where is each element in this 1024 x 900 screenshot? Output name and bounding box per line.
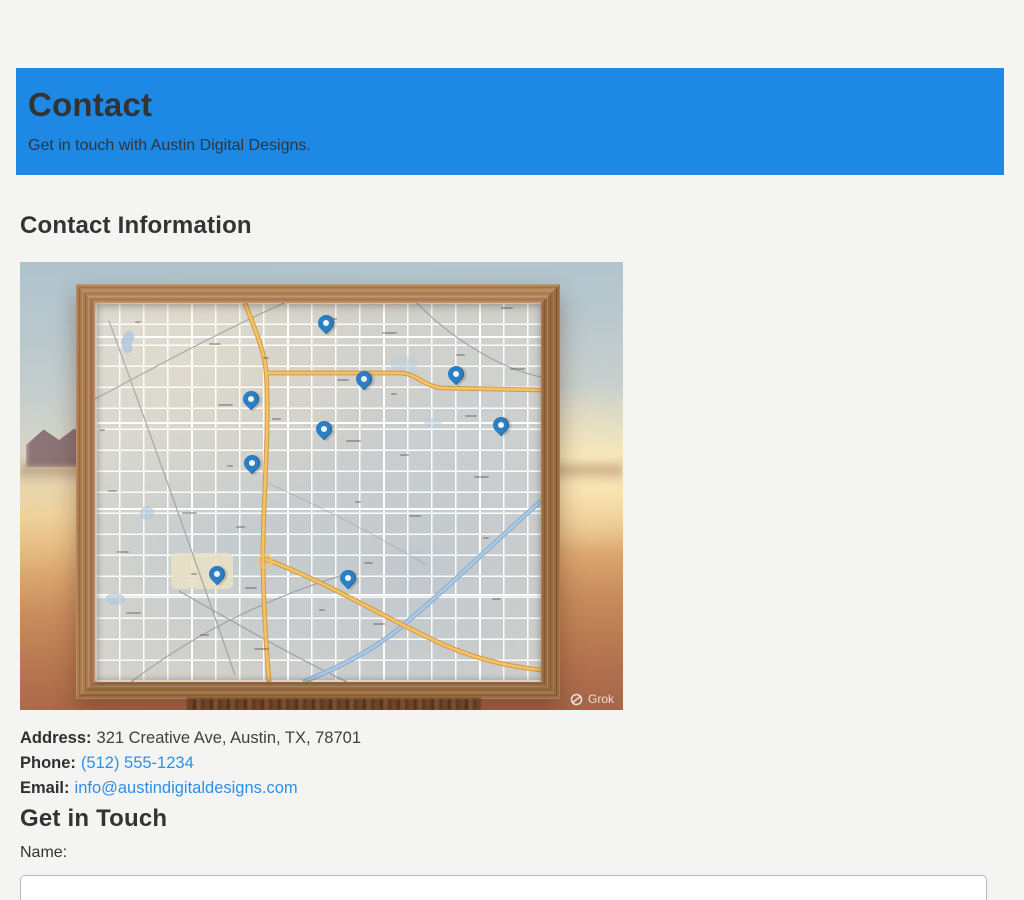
- map-street-label: [191, 573, 197, 575]
- map-street-label: [126, 612, 141, 614]
- map-street-label: [465, 415, 477, 417]
- map-street-label: [135, 321, 141, 323]
- map-street-label: [483, 537, 489, 539]
- contact-details: Address: 321 Creative Ave, Austin, TX, 78…: [20, 726, 1004, 801]
- map-roads-graphic: [95, 303, 541, 682]
- address-value: 321 Creative Ave, Austin, TX, 78701: [96, 729, 362, 747]
- map-street-label: [245, 587, 257, 589]
- map-street-label: [364, 562, 373, 564]
- map-street-label: [227, 465, 233, 467]
- map-street-label: [474, 476, 489, 478]
- map-street-label: [272, 418, 281, 420]
- map-street-label: [355, 501, 361, 503]
- main-content: Contact Information Grok Address: 321 Cr…: [20, 211, 1004, 900]
- map-street-label: [117, 551, 129, 553]
- phone-link[interactable]: (512) 555-1234: [81, 754, 194, 772]
- hero-banner: Contact Get in touch with Austin Digital…: [16, 68, 1004, 175]
- map-street-label: [218, 404, 233, 406]
- grok-watermark-label: Grok: [587, 692, 614, 706]
- frame-right-rail: [541, 284, 560, 699]
- wooden-frame: [76, 284, 560, 699]
- email-link[interactable]: info@austindigitaldesigns.com: [75, 779, 298, 797]
- map-street-label: [391, 393, 397, 395]
- map-street-label: [108, 490, 117, 492]
- easel-wood: [187, 697, 481, 710]
- get-in-touch-heading: Get in Touch: [20, 805, 168, 832]
- map-street-label: [510, 368, 525, 370]
- map-street-label: [209, 343, 221, 345]
- map-street-label: [263, 357, 269, 359]
- map-surface: [95, 303, 541, 682]
- map-street-label: [492, 598, 501, 600]
- email-line: Email: info@austindigitaldesigns.com: [20, 776, 1004, 801]
- map-street-label: [400, 454, 409, 456]
- map-street-label: [409, 515, 421, 517]
- frame-left-rail: [76, 284, 95, 699]
- map-street-label: [382, 332, 397, 334]
- grok-watermark: Grok: [570, 692, 614, 706]
- address-label: Address:: [20, 729, 92, 747]
- page-subtitle: Get in touch with Austin Digital Designs…: [28, 137, 311, 154]
- phone-label: Phone:: [20, 754, 76, 772]
- page: Contact Get in touch with Austin Digital…: [0, 68, 1024, 900]
- map-image: Grok: [20, 262, 623, 710]
- map-street-label: [346, 440, 361, 442]
- page-title: Contact: [28, 86, 153, 123]
- email-label: Email:: [20, 779, 70, 797]
- map-street-label: [501, 307, 513, 309]
- map-street-label: [319, 609, 325, 611]
- contact-info-heading: Contact Information: [20, 212, 252, 239]
- map-street-label: [456, 354, 465, 356]
- grok-logo-icon: [570, 693, 583, 705]
- contact-form: Name:: [20, 843, 1004, 900]
- address-line: Address: 321 Creative Ave, Austin, TX, 78…: [20, 726, 1004, 751]
- phone-line: Phone: (512) 555-1234: [20, 751, 1004, 776]
- map-street-label: [236, 526, 245, 528]
- map-street-label: [373, 623, 385, 625]
- map-street-label: [337, 379, 349, 381]
- map-street-label: [254, 648, 269, 650]
- map-street-label: [200, 634, 209, 636]
- frame-top-rail: [76, 284, 560, 303]
- name-input[interactable]: [20, 875, 987, 900]
- name-label: Name:: [20, 844, 68, 861]
- map-street-label: [182, 512, 197, 514]
- map-street-label: [99, 429, 105, 431]
